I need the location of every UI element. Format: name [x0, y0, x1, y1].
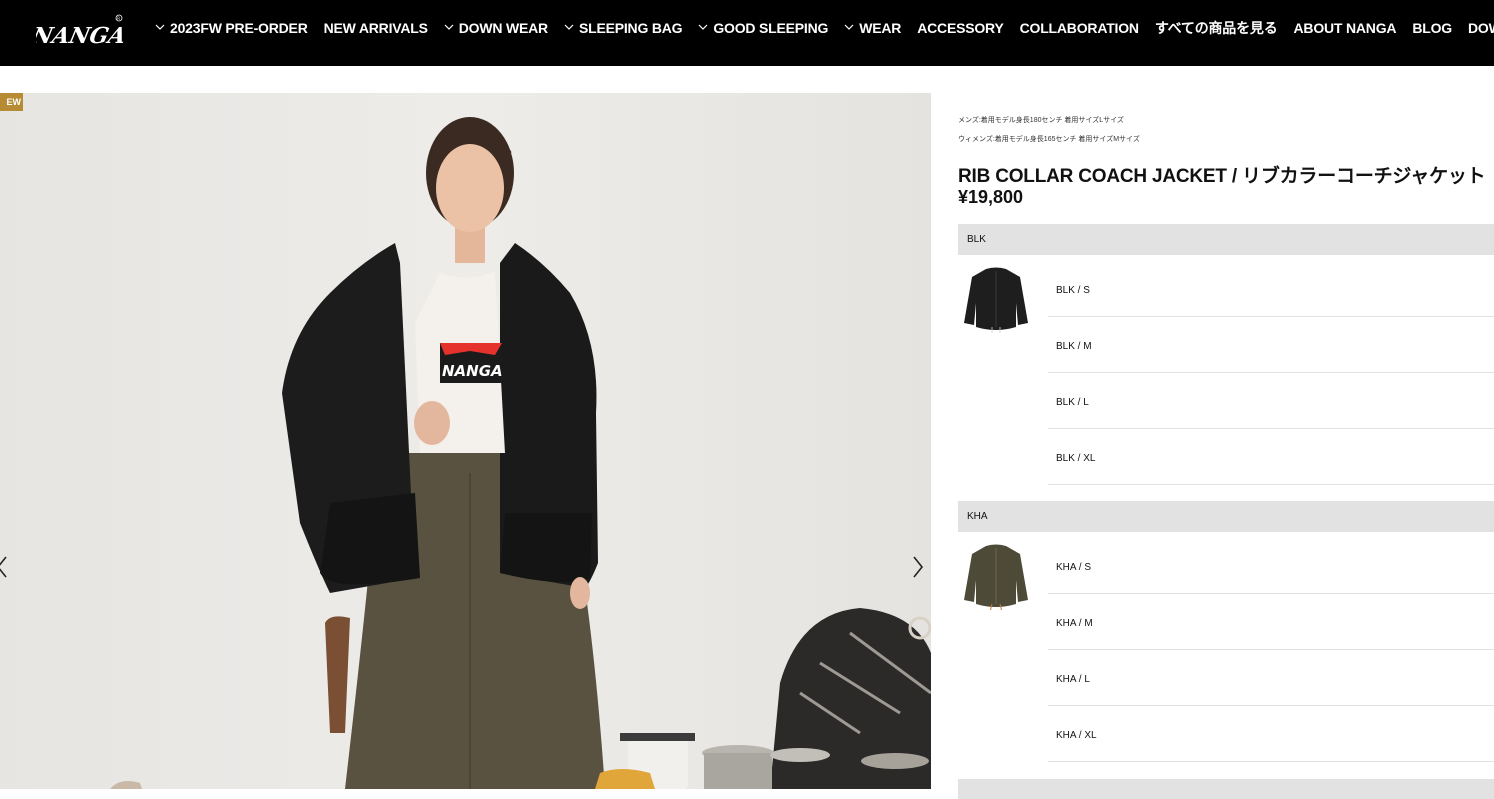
nav-item-accessory[interactable]: ACCESSORY — [917, 20, 1004, 36]
svg-text:NANGA: NANGA — [442, 362, 503, 380]
size-label: KHA / S — [1056, 562, 1092, 573]
svg-text:R: R — [117, 16, 120, 21]
next-image-arrow[interactable] — [908, 553, 928, 581]
size-option-kha-xl[interactable]: KHA / XL — [1048, 706, 1494, 762]
nav-item-down-wear[interactable]: DOWN WEAR — [444, 20, 548, 36]
size-option-blk-xl[interactable]: BLK / XL — [1048, 429, 1494, 485]
size-option-blk-s[interactable]: BLK / S — [1048, 261, 1494, 317]
product-gallery: NANGA EW — [0, 93, 931, 789]
size-option-blk-l[interactable]: BLK / L — [1048, 373, 1494, 429]
site-header: NANGA R 2023FW PRE-ORDER NEW ARRIVALS DO… — [0, 0, 1494, 66]
color-group-header-blk: BLK — [958, 224, 1494, 255]
chevron-down-icon — [444, 24, 454, 30]
product-price: ¥19,800 — [958, 187, 1024, 207]
product-photo[interactable]: NANGA — [0, 93, 931, 789]
jacket-thumbnail-blk[interactable] — [962, 263, 1030, 333]
model-note-womens: ウィメンズ:着用モデル身長165センチ 着用サイズMサイズ — [958, 136, 1140, 143]
color-group-header-next — [958, 779, 1494, 799]
nav-item-new-arrivals[interactable]: NEW ARRIVALS — [324, 20, 428, 36]
nav-label: ABOUT NANGA — [1293, 20, 1397, 36]
size-label: BLK / XL — [1056, 453, 1096, 464]
size-label: KHA / M — [1056, 618, 1093, 629]
size-option-kha-l[interactable]: KHA / L — [1048, 650, 1494, 706]
nav-label: WEAR — [859, 20, 902, 36]
size-label: KHA / XL — [1056, 730, 1097, 741]
nav-label: すべての商品を見る — [1154, 20, 1278, 36]
nav-item-blog[interactable]: BLOG — [1412, 20, 1452, 36]
color-group-header-kha: KHA — [958, 501, 1494, 532]
new-badge: EW — [0, 93, 23, 111]
nav-item-sleeping-bag[interactable]: SLEEPING BAG — [564, 20, 683, 36]
size-label: BLK / L — [1056, 397, 1089, 408]
nav-label: DOWN WEAR R — [1467, 20, 1494, 36]
chevron-down-icon — [155, 24, 165, 30]
nav-label: 2023FW PRE-ORDER — [170, 20, 308, 36]
nav-item-down-wear-repair[interactable]: DOWN WEAR R — [1468, 20, 1494, 36]
nav-label: COLLABORATION — [1019, 20, 1139, 36]
nav-item-about[interactable]: ABOUT NANGA — [1294, 20, 1397, 36]
model-note-mens: メンズ:着用モデル身長180センチ 着用サイズLサイズ — [958, 117, 1124, 124]
chevron-down-icon — [564, 24, 574, 30]
nav-label: SLEEPING BAG — [578, 20, 683, 36]
product-title: RIB COLLAR COACH JACKET / リブカラーコーチジャケット — [958, 166, 1486, 187]
size-option-blk-m[interactable]: BLK / M — [1048, 317, 1494, 373]
size-option-kha-m[interactable]: KHA / M — [1048, 594, 1494, 650]
nav-item-all-products[interactable]: すべての商品を見る — [1155, 18, 1278, 38]
nav-label: GOOD SLEEPING — [713, 20, 829, 36]
nav-item-pre-order[interactable]: 2023FW PRE-ORDER — [155, 20, 308, 36]
size-label: BLK / S — [1056, 285, 1090, 296]
nav-label: BLOG — [1412, 20, 1452, 36]
main-nav: 2023FW PRE-ORDER NEW ARRIVALS DOWN WEAR … — [155, 0, 1494, 56]
nanga-logo[interactable]: NANGA R — [36, 10, 124, 50]
jacket-thumbnail-kha[interactable] — [962, 540, 1030, 610]
nav-label: NEW ARRIVALS — [323, 20, 428, 36]
nav-item-good-sleeping[interactable]: GOOD SLEEPING — [698, 20, 828, 36]
prev-image-arrow[interactable] — [0, 553, 12, 581]
nav-label: ACCESSORY — [917, 20, 1004, 36]
size-option-kha-s[interactable]: KHA / S — [1048, 538, 1494, 594]
nav-label: DOWN WEAR — [458, 20, 548, 36]
nav-item-wear[interactable]: WEAR — [844, 20, 901, 36]
chevron-down-icon — [844, 24, 854, 30]
chevron-down-icon — [698, 24, 708, 30]
nav-item-collaboration[interactable]: COLLABORATION — [1020, 20, 1139, 36]
svg-text:NANGA: NANGA — [36, 23, 124, 49]
size-label: KHA / L — [1056, 674, 1090, 685]
size-label: BLK / M — [1056, 341, 1092, 352]
